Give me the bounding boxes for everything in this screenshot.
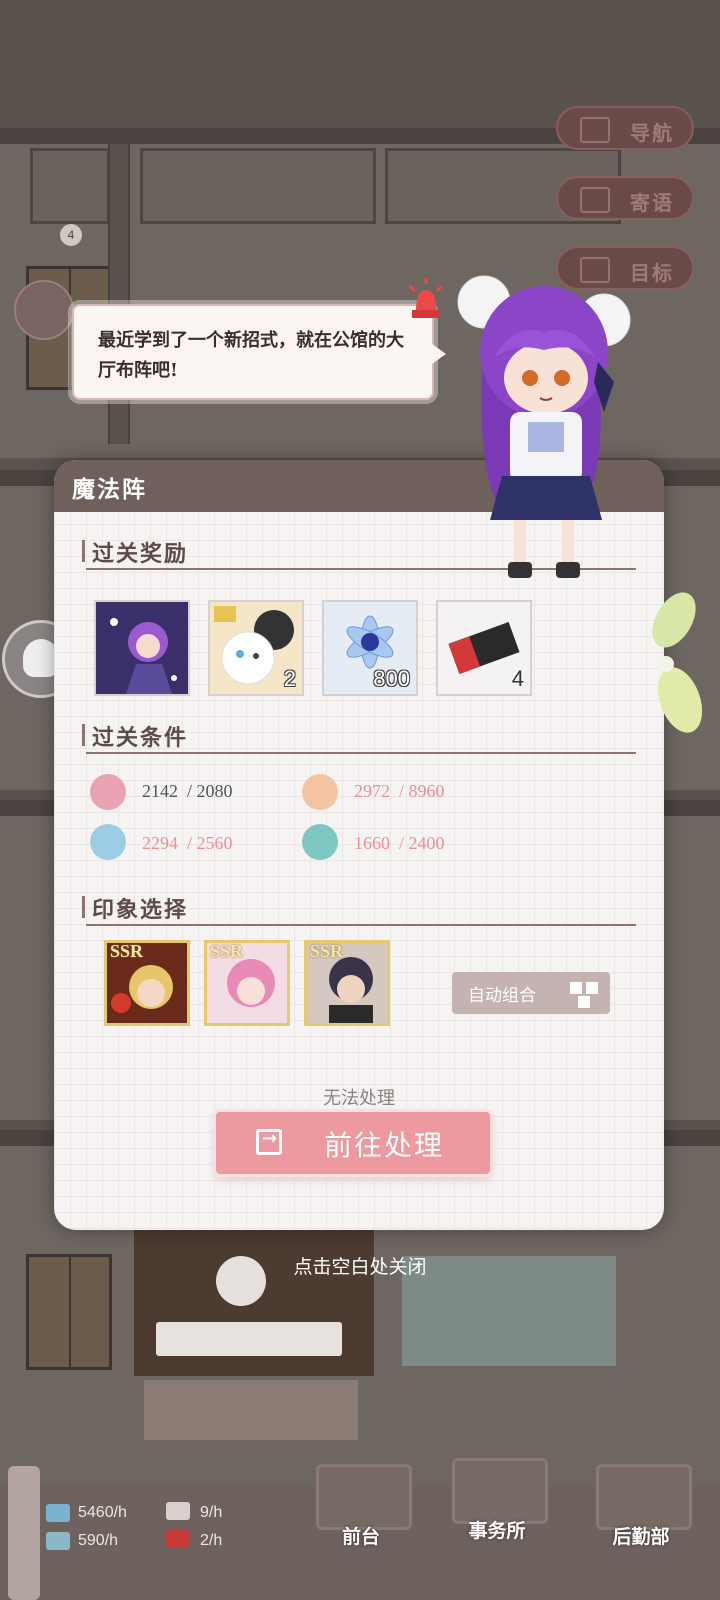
- condition-value: 2972 / 8960: [354, 781, 445, 801]
- nav-front-desk[interactable]: 前台: [308, 1458, 414, 1554]
- graduation-cap-icon: [90, 824, 126, 860]
- briefcase-icon: [452, 1458, 548, 1524]
- speech-bubble: 最近学到了一个新招式，就在公馆的大厅布阵吧!: [72, 304, 446, 400]
- cards-icon: [570, 982, 582, 994]
- panel-title: 魔法阵: [72, 476, 147, 503]
- notebook-icon: [580, 187, 610, 213]
- staff-icon: [596, 1464, 692, 1530]
- impression-card[interactable]: SSR: [304, 940, 390, 1026]
- gift-rate: 2/h: [200, 1532, 223, 1549]
- leaf-decoration: [652, 592, 703, 733]
- money-icon: [46, 1504, 70, 1522]
- impression-title: 印象选择: [81, 892, 188, 924]
- fan-rate: 9/h: [200, 1504, 223, 1521]
- reward-item[interactable]: 800: [322, 600, 418, 696]
- reward-item[interactable]: 2: [208, 600, 304, 696]
- map-icon: [580, 117, 610, 143]
- character-avatar-icon[interactable]: [14, 280, 74, 340]
- bottom-bar: 5460/h 590/h 9/h 2/h 前台 事务所 后勤部: [0, 1458, 720, 1600]
- book-icon: [46, 1532, 70, 1550]
- flower-icon: [302, 824, 338, 860]
- condition-value: 2142 / 2080: [142, 781, 233, 801]
- condition-value: 2294 / 2560: [142, 833, 233, 853]
- floor-rug: [144, 1380, 358, 1440]
- nav-logistics[interactable]: 后勤部: [588, 1458, 694, 1554]
- navigation-button[interactable]: 导航: [556, 106, 694, 150]
- divider: [86, 752, 636, 754]
- alarm-siren-icon: [408, 278, 444, 318]
- floor-4-tag: 4: [60, 224, 82, 246]
- goto-handle-button[interactable]: 前往处理: [216, 1112, 490, 1174]
- person-icon: [302, 774, 338, 810]
- rewards-title: 过关奖励: [81, 536, 188, 568]
- reward-item[interactable]: [94, 600, 190, 696]
- reception-desk: [156, 1322, 342, 1356]
- book-rate: 590/h: [78, 1532, 119, 1549]
- money-rate: 5460/h: [78, 1504, 127, 1521]
- dumbbell-icon: [90, 774, 126, 810]
- message-button[interactable]: 寄语: [556, 176, 694, 220]
- scroll-decoration: [8, 1466, 40, 1600]
- desk-icon: [316, 1464, 412, 1530]
- condition-value: 1660 / 2400: [354, 833, 445, 853]
- close-hint[interactable]: 点击空白处关闭: [0, 1252, 720, 1279]
- reward-item[interactable]: 4: [436, 600, 532, 696]
- impression-card[interactable]: SSR: [204, 940, 290, 1026]
- impression-card[interactable]: SSR: [104, 940, 190, 1026]
- auto-combine-button[interactable]: 自动组合: [452, 972, 610, 1014]
- purple-hair-card-icon: [96, 602, 188, 694]
- enter-icon: [256, 1128, 282, 1155]
- divider: [86, 924, 636, 926]
- conditions-title: 过关条件: [81, 720, 188, 752]
- gift-icon: [166, 1530, 190, 1548]
- chibi-character: [457, 275, 631, 578]
- fan-icon: [166, 1502, 190, 1520]
- unable-text: 无法处理: [323, 1088, 395, 1109]
- speech-text: 最近学到了一个新招式，就在公馆的大厅布阵吧!: [98, 330, 404, 381]
- nav-office[interactable]: 事务所: [444, 1452, 550, 1548]
